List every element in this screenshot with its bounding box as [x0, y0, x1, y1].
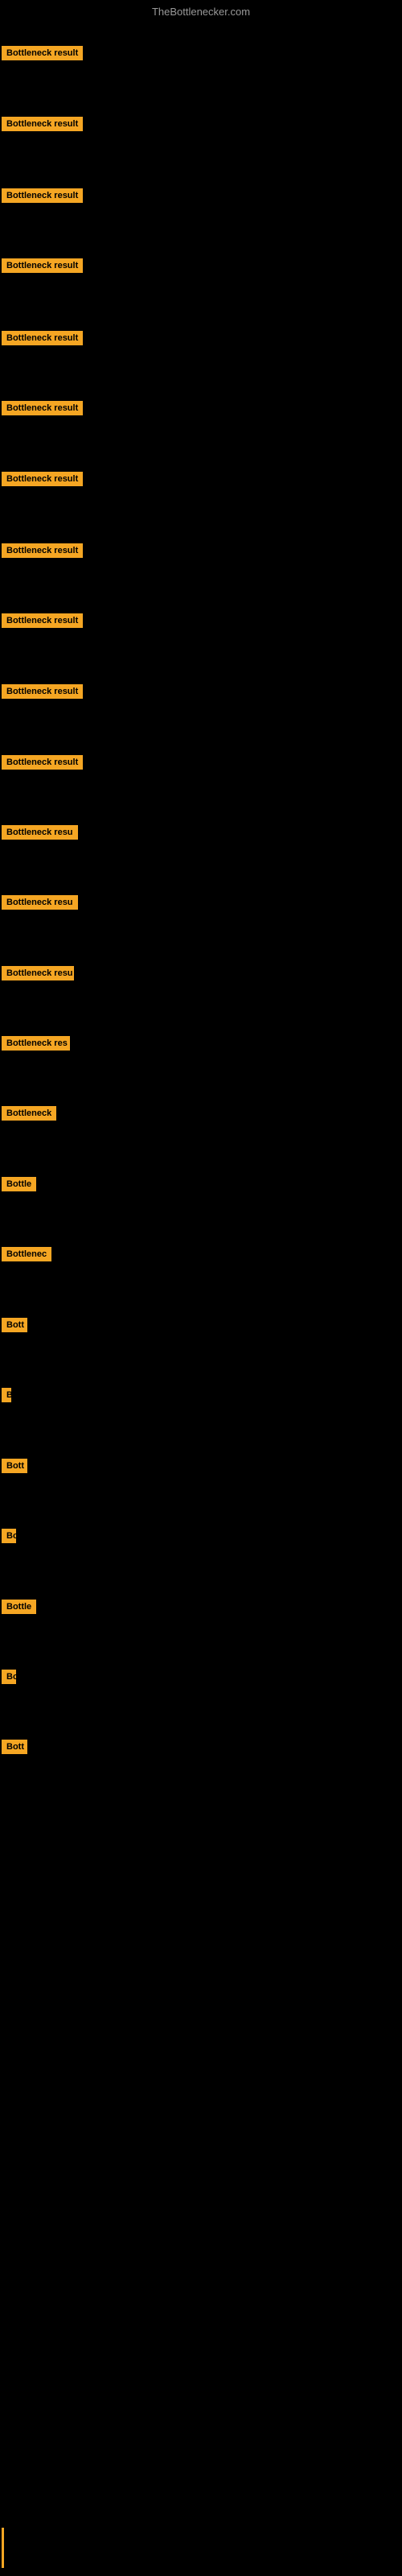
bottleneck-badge-14: Bottleneck res	[2, 1036, 70, 1051]
bottleneck-badge-24: Bott	[2, 1740, 27, 1754]
bottleneck-badge-7: Bottleneck result	[2, 543, 83, 558]
bottleneck-badge-1: Bottleneck result	[2, 117, 83, 131]
bottleneck-badge-15: Bottleneck	[2, 1106, 56, 1121]
bottleneck-badge-12: Bottleneck resu	[2, 895, 78, 910]
bottleneck-badge-9: Bottleneck result	[2, 684, 83, 699]
bottleneck-badge-8: Bottleneck result	[2, 613, 83, 628]
bottleneck-badge-21: Bo	[2, 1529, 16, 1543]
bottleneck-badge-18: Bott	[2, 1318, 27, 1332]
bottleneck-badge-16: Bottle	[2, 1177, 36, 1191]
bottleneck-badge-5: Bottleneck result	[2, 401, 83, 415]
bottleneck-badge-4: Bottleneck result	[2, 331, 83, 345]
site-title: TheBottlenecker.com	[0, 2, 402, 22]
bottleneck-badge-13: Bottleneck resu	[2, 966, 74, 980]
bottleneck-badge-6: Bottleneck result	[2, 472, 83, 486]
bottleneck-badge-20: Bott	[2, 1459, 27, 1473]
bottleneck-badge-11: Bottleneck resu	[2, 825, 78, 840]
bottleneck-badge-22: Bottle	[2, 1600, 36, 1614]
bottleneck-badge-19: B	[2, 1388, 11, 1402]
bottleneck-badge-3: Bottleneck result	[2, 258, 83, 273]
vertical-bar-0	[2, 2528, 4, 2568]
bottleneck-badge-23: Bo	[2, 1670, 16, 1684]
bottleneck-badge-2: Bottleneck result	[2, 188, 83, 203]
bottleneck-badge-17: Bottlenec	[2, 1247, 51, 1261]
bottleneck-badge-0: Bottleneck result	[2, 46, 83, 60]
bottleneck-badge-10: Bottleneck result	[2, 755, 83, 770]
